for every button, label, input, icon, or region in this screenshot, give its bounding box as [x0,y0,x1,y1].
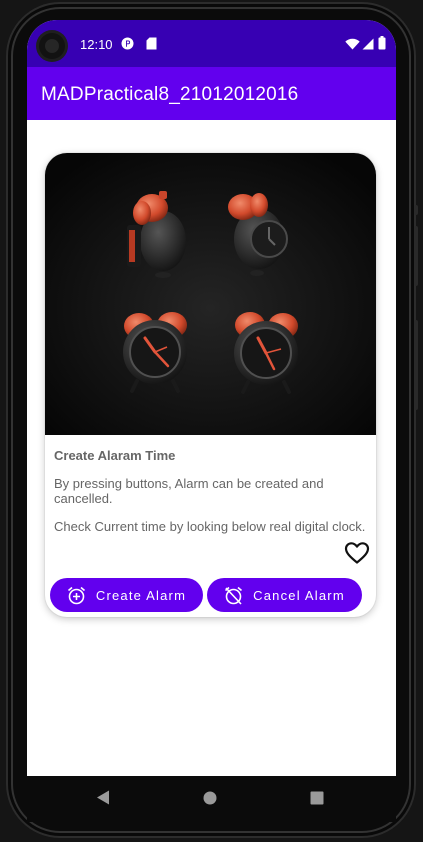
sd-card-icon [146,37,157,55]
app-title: MADPractical8_21012012016 [41,84,299,105]
recents-icon[interactable] [310,791,324,810]
cancel-alarm-button[interactable]: Cancel Alarm [207,578,362,612]
create-alarm-button[interactable]: Create Alarm [50,578,203,612]
card-description-secondary: Check Current time by looking below real… [54,519,366,534]
alarm-clocks-image [45,153,376,435]
status-bar: 12:10 [27,20,396,67]
battery-icon [378,36,386,55]
front-camera [39,33,65,59]
wifi-icon [345,37,360,55]
card-title: Create Alaram Time [54,448,176,463]
alarm-card: Create Alaram Time By pressing buttons, … [45,153,376,617]
create-alarm-label: Create Alarm [95,587,187,603]
navigation-bar [27,776,396,822]
app-bar: MADPractical8_21012012016 [27,67,396,120]
status-time: 12:10 [80,37,113,52]
card-description: By pressing buttons, Alarm can be create… [54,476,324,506]
heart-outline-icon[interactable] [344,541,370,565]
home-icon[interactable] [203,791,217,810]
signal-icon [362,37,374,55]
cancel-alarm-label: Cancel Alarm [253,587,345,603]
back-icon[interactable] [96,790,110,810]
alarm-off-icon [225,586,243,605]
screen: 12:10 MADPractical8_21012012016 Create A… [27,20,396,776]
device-button [414,226,418,286]
device-button [414,320,418,410]
alarm-add-icon [67,586,85,604]
device-button [414,205,418,215]
notification-p-icon [121,37,134,55]
